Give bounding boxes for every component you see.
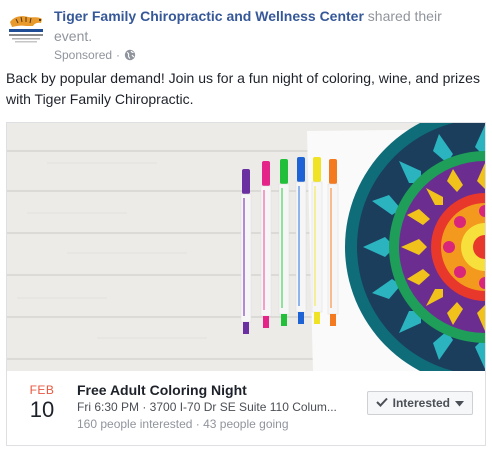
event-footer: Feb 10 Free Adult Coloring Night Fri 6:3… — [7, 371, 485, 445]
tiger-logo-icon — [6, 8, 46, 48]
post-header: Tiger Family Chiropractic and Wellness C… — [6, 4, 486, 64]
sponsored-label[interactable]: Sponsored — [54, 48, 112, 62]
interested-label: Interested — [392, 396, 450, 410]
coloring-pens-image — [7, 123, 485, 371]
page-avatar[interactable] — [6, 8, 46, 48]
sponsored-row: Sponsored · — [54, 48, 136, 62]
post-header-text: Tiger Family Chiropractic and Wellness C… — [54, 6, 474, 46]
event-card[interactable]: Feb 10 Free Adult Coloring Night Fri 6:3… — [6, 122, 486, 446]
caret-down-icon — [455, 396, 464, 410]
globe-icon[interactable] — [124, 49, 136, 61]
separator: · — [116, 48, 121, 62]
interested-button[interactable]: Interested — [366, 391, 473, 415]
event-details: Fri 6:30 PM · 3700 I-70 Dr SE Suite 110 … — [77, 400, 337, 414]
event-date: Feb 10 — [21, 383, 63, 423]
event-title[interactable]: Free Adult Coloring Night — [77, 381, 357, 399]
event-day: 10 — [29, 397, 55, 422]
event-image[interactable] — [7, 123, 485, 371]
check-icon — [375, 396, 388, 410]
event-month: Feb — [29, 383, 55, 397]
event-stats: 160 people interested · 43 people going — [77, 417, 289, 431]
post-body-text: Back by popular demand! Join us for a fu… — [6, 70, 480, 107]
event-info: Free Adult Coloring Night Fri 6:30 PM · … — [77, 381, 357, 433]
page-name-link[interactable]: Tiger Family Chiropractic and Wellness C… — [54, 8, 364, 24]
